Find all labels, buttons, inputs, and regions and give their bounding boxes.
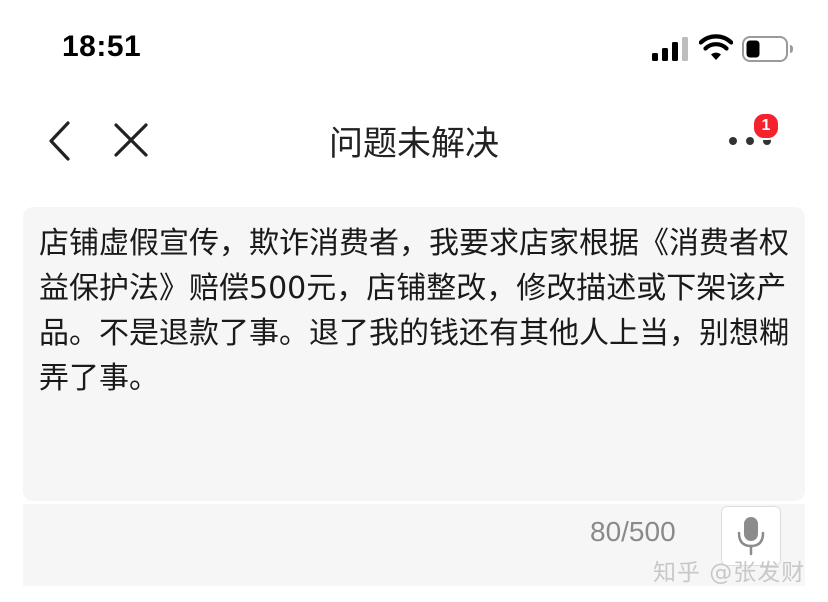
- feedback-text: 店铺虚假宣传，欺诈消费者，我要求店家根据《消费者权益保护法》赔偿500元，店铺整…: [39, 226, 789, 396]
- battery-icon: [742, 36, 793, 62]
- signal-icon: [652, 37, 688, 61]
- feedback-textarea[interactable]: 店铺虚假宣传，欺诈消费者，我要求店家根据《消费者权益保护法》赔偿500元，店铺整…: [23, 207, 805, 501]
- page-title: 问题未解决: [329, 124, 499, 164]
- notification-badge: 1: [752, 112, 780, 140]
- screen: 18:51 问题未解决 1 店铺虚假宣传，欺诈消费者，我要求店家根据《消费者权益…: [0, 0, 828, 602]
- status-time: 18:51: [62, 30, 142, 63]
- microphone-icon: [737, 517, 765, 556]
- more-button[interactable]: 1: [722, 112, 782, 168]
- watermark: 知乎 @张发财: [653, 560, 806, 586]
- status-bar: 18:51: [0, 0, 828, 96]
- nav-bar: 问题未解决 1: [0, 96, 828, 188]
- wifi-icon: [699, 34, 733, 60]
- char-counter: 80/500: [590, 516, 676, 547]
